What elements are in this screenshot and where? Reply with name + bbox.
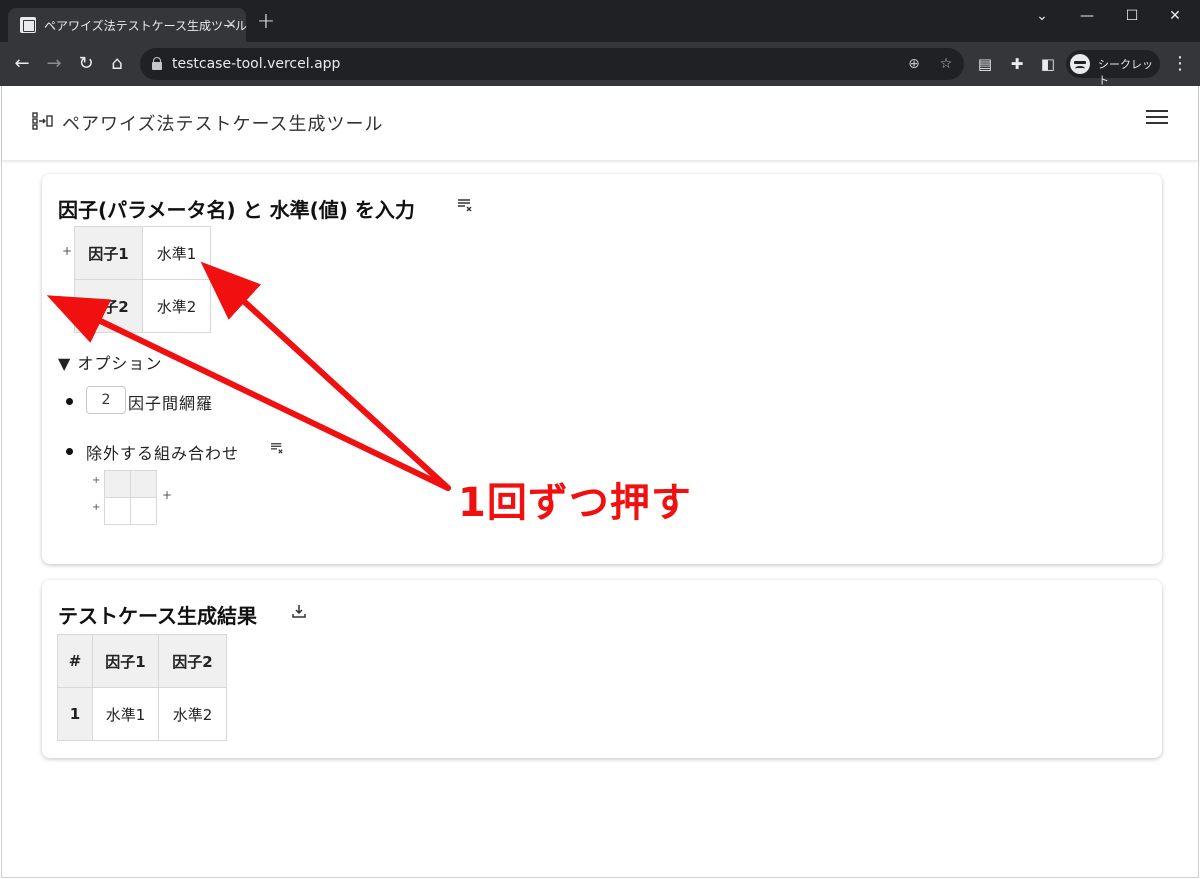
add-exclude-row-above-button[interactable]: +: [92, 475, 100, 487]
app-title: ペアワイズ法テストケース生成ツール: [62, 114, 384, 135]
browser-tab[interactable]: ペアワイズ法テストケース生成ツール ✕: [8, 8, 248, 42]
options-toggle[interactable]: ▼ オプション: [58, 350, 162, 374]
list-bullet: [66, 398, 73, 405]
add-column-button[interactable]: +: [214, 271, 224, 283]
browser-tab-strip: ペアワイズ法テストケース生成ツール ✕ + ⌄ — ☐ ✕: [0, 0, 1200, 42]
extensions-icon[interactable]: ✚: [1005, 52, 1029, 76]
profile-label: シークレット: [1098, 58, 1153, 87]
table-row: # 因子1 因子2: [57, 634, 227, 688]
coverage-label: 因子間網羅: [128, 394, 214, 413]
list-bullet: [66, 448, 73, 455]
result-header-cell: 因子1: [92, 634, 159, 688]
table-row: [104, 497, 157, 525]
bookmark-star-icon[interactable]: ☆: [936, 54, 956, 74]
exclude-cell[interactable]: [104, 470, 131, 498]
maximize-window-icon[interactable]: ☐: [1117, 6, 1147, 26]
coverage-input[interactable]: 2: [86, 386, 126, 414]
back-icon[interactable]: ←: [10, 52, 34, 76]
add-exclude-row-below-button[interactable]: +: [92, 502, 100, 514]
app-header: ペアワイズ法テストケース生成ツール: [2, 86, 1198, 160]
home-icon[interactable]: ⌂: [105, 52, 129, 76]
tab-close-icon[interactable]: ✕: [222, 16, 240, 34]
cast-icon[interactable]: ▤: [973, 52, 997, 76]
factor-cell[interactable]: 因子2: [74, 279, 143, 333]
tab-title: ペアワイズ法テストケース生成ツール: [44, 19, 248, 33]
level-cell[interactable]: 水準1: [142, 226, 211, 280]
exclude-cell[interactable]: [104, 497, 131, 525]
table-row: [104, 470, 157, 498]
table-row: 因子1 水準1: [74, 226, 211, 280]
annotation-text: 1回ずつ押す: [458, 480, 692, 526]
url-text[interactable]: testcase-tool.vercel.app: [172, 56, 340, 72]
zoom-icon[interactable]: ⊕: [904, 54, 924, 74]
result-header-cell: 因子2: [158, 634, 227, 688]
forward-icon[interactable]: →: [42, 52, 66, 76]
table-row: 因子2 水準2: [74, 279, 211, 333]
address-bar[interactable]: testcase-tool.vercel.app ⊕ ☆: [140, 48, 964, 80]
download-icon[interactable]: [292, 604, 306, 618]
input-heading: 因子(パラメータ名) と 水準(値) を入力: [58, 198, 415, 222]
side-panel-icon[interactable]: ◧: [1036, 52, 1060, 76]
exclude-cell[interactable]: [130, 497, 157, 525]
add-row-below-button[interactable]: +: [62, 298, 72, 310]
lock-icon[interactable]: [152, 57, 162, 70]
clear-format-icon[interactable]: [270, 442, 284, 454]
minimize-window-icon[interactable]: —: [1072, 6, 1102, 26]
exclude-table: [104, 470, 157, 525]
reload-icon[interactable]: ↻: [74, 52, 98, 76]
result-cell: 水準1: [92, 687, 159, 741]
close-window-icon[interactable]: ✕: [1160, 6, 1190, 26]
exclude-cell[interactable]: [130, 470, 157, 498]
result-cell: 水準2: [158, 687, 227, 741]
incognito-profile-button[interactable]: シークレット: [1066, 50, 1160, 87]
app-logo-icon: [32, 112, 53, 130]
level-cell[interactable]: 水準2: [142, 279, 211, 333]
new-tab-button[interactable]: +: [256, 11, 276, 33]
menu-icon[interactable]: ⋮: [1168, 52, 1192, 76]
result-header-cell: #: [57, 634, 93, 688]
factor-cell[interactable]: 因子1: [74, 226, 143, 280]
add-row-above-button[interactable]: +: [62, 245, 72, 257]
factor-table: 因子1 水準1 因子2 水準2: [74, 226, 211, 333]
exclude-label: 除外する組み合わせ: [86, 444, 240, 463]
clear-format-icon[interactable]: [457, 198, 473, 212]
hamburger-menu-icon[interactable]: [1146, 108, 1168, 126]
result-heading: テストケース生成結果: [58, 604, 257, 628]
favicon-icon: [20, 17, 36, 33]
result-cell: 1: [57, 687, 93, 741]
browser-toolbar: ← → ↻ ⌂ testcase-tool.vercel.app ⊕ ☆ ▤ ✚…: [0, 42, 1200, 87]
incognito-icon: [1070, 54, 1090, 74]
result-card: テストケース生成結果 # 因子1 因子2 1 水準1 水準2: [42, 580, 1162, 758]
table-row: 1 水準1 水準2: [57, 687, 227, 741]
tab-search-chevron-icon[interactable]: ⌄: [1027, 6, 1057, 26]
result-table: # 因子1 因子2 1 水準1 水準2: [57, 634, 227, 741]
add-exclude-column-button[interactable]: +: [162, 489, 172, 501]
